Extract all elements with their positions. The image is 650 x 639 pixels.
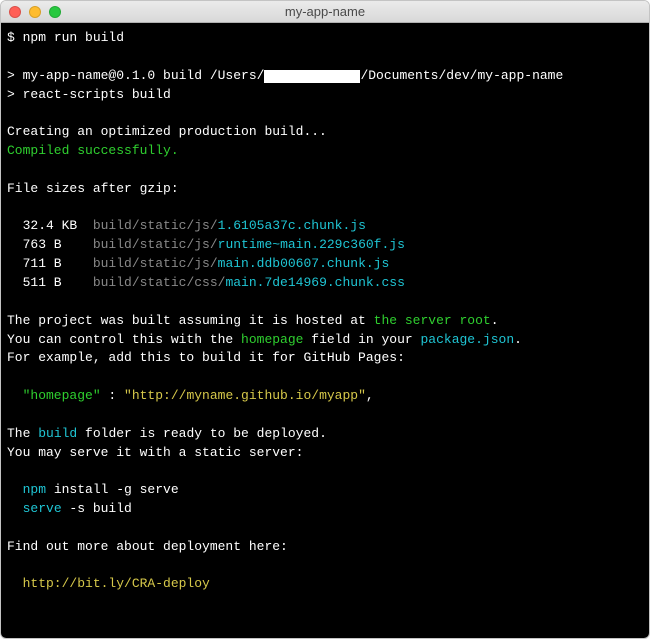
info-line: The build folder is ready to be deployed… (7, 425, 643, 444)
blank-line (7, 104, 643, 123)
blank-line (7, 368, 643, 387)
info-line: The project was built assuming it is hos… (7, 312, 643, 331)
info-line: You may serve it with a static server: (7, 444, 643, 463)
info-line: Find out more about deployment here: (7, 538, 643, 557)
traffic-lights (1, 6, 61, 18)
terminal-window: my-app-name $ npm run build > my-app-nam… (0, 0, 650, 639)
blank-line (7, 519, 643, 538)
info-line: For example, add this to build it for Gi… (7, 349, 643, 368)
file-size-row: 763 B build/static/js/runtime~main.229c3… (7, 236, 643, 255)
file-size-row: 511 B build/static/css/main.7de14969.chu… (7, 274, 643, 293)
blank-line (7, 557, 643, 576)
serve-cmd: serve -s build (7, 500, 643, 519)
creating-line: Creating an optimized production build..… (7, 123, 643, 142)
redacted-username (264, 70, 360, 83)
blank-line (7, 199, 643, 218)
title-bar[interactable]: my-app-name (1, 1, 649, 23)
sizes-header: File sizes after gzip: (7, 180, 643, 199)
file-size-row: 711 B build/static/js/main.ddb00607.chun… (7, 255, 643, 274)
prompt-symbol: $ (7, 30, 23, 45)
blank-line (7, 48, 643, 67)
window-title: my-app-name (1, 4, 649, 19)
homepage-example: "homepage" : "http://myname.github.io/my… (7, 387, 643, 406)
prompt-line: $ npm run build (7, 29, 643, 48)
blank-line (7, 462, 643, 481)
blank-line (7, 406, 643, 425)
zoom-icon[interactable] (49, 6, 61, 18)
file-size-row: 32.4 KB build/static/js/1.6105a37c.chunk… (7, 217, 643, 236)
deploy-link: http://bit.ly/CRA-deploy (7, 575, 643, 594)
blank-line (7, 293, 643, 312)
command-text: npm run build (23, 30, 124, 45)
npm-script-line: > my-app-name@0.1.0 build /Users//Docume… (7, 67, 643, 86)
minimize-icon[interactable] (29, 6, 41, 18)
info-line: You can control this with the homepage f… (7, 331, 643, 350)
serve-cmd: npm install -g serve (7, 481, 643, 500)
terminal-body[interactable]: $ npm run build > my-app-name@0.1.0 buil… (1, 23, 649, 638)
compiled-line: Compiled successfully. (7, 142, 643, 161)
blank-line (7, 161, 643, 180)
npm-script-line: > react-scripts build (7, 86, 643, 105)
close-icon[interactable] (9, 6, 21, 18)
